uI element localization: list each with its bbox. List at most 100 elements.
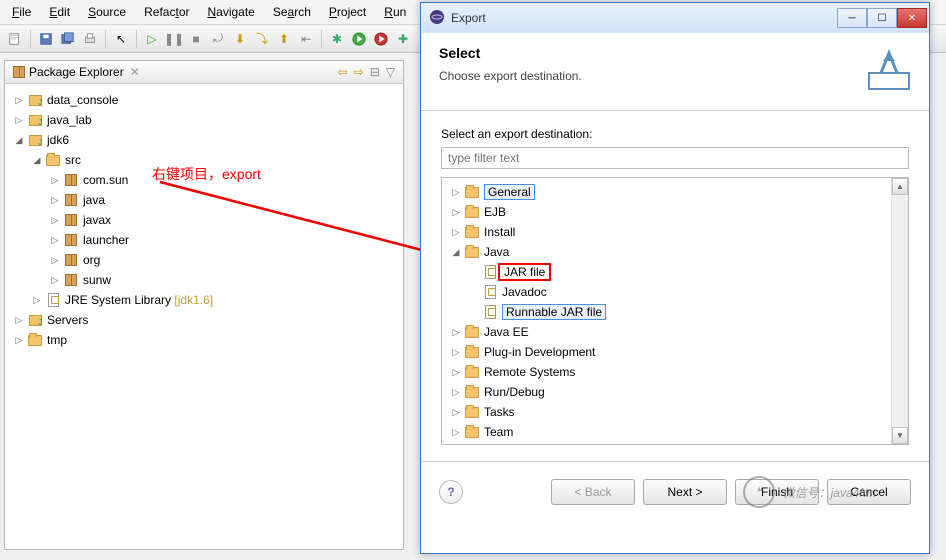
tree-node[interactable]: ▷data_console <box>9 90 399 110</box>
tree-node[interactable]: ▷Install <box>444 222 906 242</box>
drop-frame-icon[interactable]: ⇤ <box>297 30 315 48</box>
tree-label: jdk6 <box>47 133 69 147</box>
menu-item[interactable]: Source <box>80 2 134 22</box>
tree-node[interactable]: ▷ Team <box>444 422 906 442</box>
tree-node[interactable]: ▷EJB <box>444 202 906 222</box>
twisty-icon[interactable]: ▷ <box>13 314 25 326</box>
help-button[interactable]: ? <box>439 480 463 504</box>
save-icon[interactable] <box>37 30 55 48</box>
view-menu-icon[interactable]: ▽ <box>386 65 395 79</box>
tree-node[interactable]: Runnable JAR file <box>444 302 906 322</box>
scroll-up-icon[interactable]: ▲ <box>892 178 908 195</box>
project-tree[interactable]: ▷data_console▷java_lab◢jdk6◢src▷com.sun▷… <box>5 84 403 356</box>
debug-resume-icon[interactable]: ▷ <box>143 30 161 48</box>
twisty-icon[interactable]: ▷ <box>49 234 61 246</box>
tree-node[interactable]: ▷Plug-in Development <box>444 342 906 362</box>
scroll-down-icon[interactable]: ▼ <box>892 427 908 444</box>
menu-item[interactable]: Run <box>376 2 414 22</box>
maximize-button[interactable]: ☐ <box>867 8 897 28</box>
twisty-icon[interactable]: ◢ <box>13 134 25 146</box>
eclipse-icon <box>429 9 445 28</box>
twisty-icon[interactable] <box>468 306 480 318</box>
dialog-titlebar[interactable]: Export ─ ☐ ✕ <box>421 3 929 33</box>
step-into-icon[interactable]: ⬇ <box>231 30 249 48</box>
new-icon[interactable] <box>6 30 24 48</box>
next-button[interactable]: Next > <box>643 479 727 505</box>
collapse-back-icon[interactable]: ⇦ <box>338 65 348 79</box>
twisty-icon[interactable]: ▷ <box>49 254 61 266</box>
twisty-icon[interactable]: ▷ <box>450 186 462 198</box>
twisty-icon[interactable]: ▷ <box>49 174 61 186</box>
tree-node[interactable]: ▷tmp <box>9 330 399 350</box>
twisty-icon[interactable]: ▷ <box>13 334 25 346</box>
debug-stop-icon[interactable]: ■ <box>187 30 205 48</box>
debug-icon[interactable]: ✱ <box>328 30 346 48</box>
debug-pause-icon[interactable]: ❚❚ <box>165 30 183 48</box>
tree-node[interactable]: ▷Java EE <box>444 322 906 342</box>
step-return-icon[interactable]: ⬆ <box>275 30 293 48</box>
twisty-icon[interactable]: ▷ <box>13 94 25 106</box>
save-all-icon[interactable] <box>59 30 77 48</box>
back-button[interactable]: < Back <box>551 479 635 505</box>
twisty-icon[interactable]: ▷ <box>450 346 462 358</box>
tree-label: Team <box>484 425 513 439</box>
twisty-icon[interactable] <box>468 266 480 278</box>
tree-node[interactable]: ▷launcher <box>9 230 399 250</box>
twisty-icon[interactable]: ▷ <box>13 114 25 126</box>
twisty-icon[interactable]: ▷ <box>450 366 462 378</box>
twisty-icon[interactable]: ▷ <box>450 406 462 418</box>
collapse-fwd-icon[interactable]: ⇨ <box>354 65 364 79</box>
twisty-icon[interactable]: ▷ <box>450 386 462 398</box>
filter-input[interactable] <box>441 147 909 169</box>
minimize-button[interactable]: ─ <box>837 8 867 28</box>
tree-node[interactable]: ▷java_lab <box>9 110 399 130</box>
tree-node[interactable]: ▷Servers <box>9 310 399 330</box>
twisty-icon[interactable]: ▷ <box>49 194 61 206</box>
dialog-heading: Select <box>439 45 911 61</box>
tree-node[interactable]: ▷sunw <box>9 270 399 290</box>
cancel-button[interactable]: Cancel <box>827 479 911 505</box>
menu-item[interactable]: Search <box>265 2 319 22</box>
tree-node[interactable]: ▷JRE System Library [jdk1.6] <box>9 290 399 310</box>
menu-item[interactable]: Project <box>321 2 374 22</box>
tree-node[interactable]: Javadoc <box>444 282 906 302</box>
finish-button[interactable]: Finish <box>735 479 819 505</box>
menu-item[interactable]: File <box>4 2 39 22</box>
twisty-icon[interactable]: ▷ <box>31 294 43 306</box>
tree-node[interactable]: ▷javax <box>9 210 399 230</box>
tree-node[interactable]: ▷General <box>444 182 906 202</box>
scrollbar[interactable]: ▲ ▼ <box>891 178 908 444</box>
tree-node[interactable]: ◢Java <box>444 242 906 262</box>
step-over-icon[interactable]: ⤵ <box>253 30 271 48</box>
print-icon[interactable] <box>81 30 99 48</box>
twisty-icon[interactable]: ◢ <box>31 154 43 166</box>
menu-item[interactable]: Edit <box>41 2 78 22</box>
tree-node[interactable]: ▷Remote Systems <box>444 362 906 382</box>
menu-item[interactable]: Navigate <box>199 2 262 22</box>
twisty-icon[interactable]: ▷ <box>450 226 462 238</box>
cursor-icon[interactable]: ↖ <box>112 30 130 48</box>
run-ext-icon[interactable] <box>372 30 390 48</box>
link-editor-icon[interactable]: ⊟ <box>370 65 380 79</box>
twisty-icon[interactable]: ▷ <box>450 326 462 338</box>
twisty-icon[interactable]: ▷ <box>49 274 61 286</box>
twisty-icon[interactable]: ◢ <box>450 246 462 258</box>
twisty-icon[interactable] <box>468 286 480 298</box>
run-icon[interactable] <box>350 30 368 48</box>
tree-node[interactable]: ▷org <box>9 250 399 270</box>
twisty-icon[interactable]: ▷ <box>49 214 61 226</box>
tree-node[interactable]: ◢ jdk6 <box>9 130 399 150</box>
tree-node[interactable]: ▷java <box>9 190 399 210</box>
close-button[interactable]: ✕ <box>897 8 927 28</box>
twisty-icon[interactable]: ▷ <box>450 206 462 218</box>
twisty-icon[interactable]: ▷ <box>450 426 462 438</box>
new-class-icon[interactable]: ✚ <box>394 30 412 48</box>
package-icon <box>13 66 25 78</box>
debug-disconnect-icon[interactable]: ⤾ <box>209 30 227 48</box>
tree-node[interactable]: JAR file <box>444 262 906 282</box>
close-view-icon[interactable]: ✕ <box>130 65 140 79</box>
export-tree[interactable]: ▷General▷EJB▷Install◢JavaJAR fileJavadoc… <box>441 177 909 445</box>
tree-node[interactable]: ▷Tasks <box>444 402 906 422</box>
tree-node[interactable]: ▷Run/Debug <box>444 382 906 402</box>
menu-item[interactable]: Refactor <box>136 2 197 22</box>
